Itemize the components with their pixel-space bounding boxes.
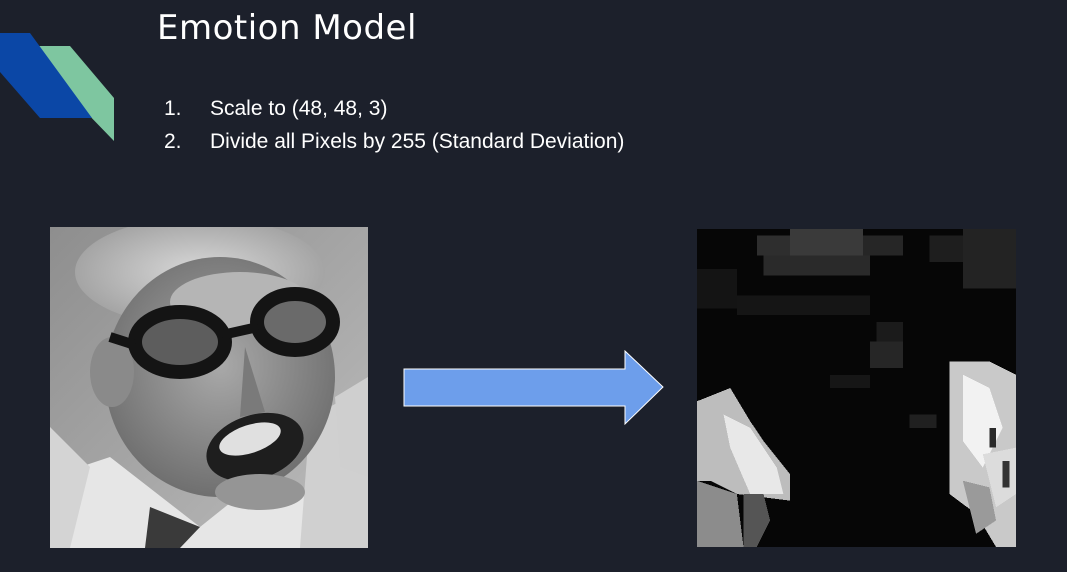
step-number: 1. — [164, 96, 182, 120]
slide: Emotion Model 1. Scale to (48, 48, 3) 2.… — [0, 0, 1067, 572]
slide-decoration — [0, 33, 114, 141]
slide-title: Emotion Model — [157, 8, 417, 48]
step-number: 2. — [164, 129, 182, 153]
original-face-image — [50, 227, 368, 548]
step-item: 2. Divide all Pixels by 255 (Standard De… — [164, 125, 624, 158]
steps-list: 1. Scale to (48, 48, 3) 2. Divide all Pi… — [164, 92, 624, 158]
step-text: Scale to (48, 48, 3) — [210, 96, 388, 120]
step-text: Divide all Pixels by 255 (Standard Devia… — [210, 129, 625, 153]
step-item: 1. Scale to (48, 48, 3) — [164, 92, 624, 125]
processed-face-image — [697, 229, 1016, 547]
right-arrow-icon — [403, 350, 664, 426]
